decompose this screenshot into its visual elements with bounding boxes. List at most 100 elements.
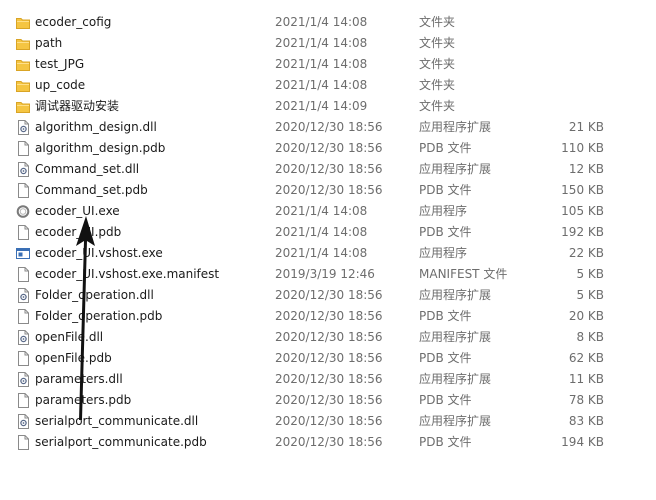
file-size xyxy=(540,33,604,54)
file-row[interactable]: openFile.pdb 2020/12/30 18:56 PDB 文件 62 … xyxy=(0,348,656,369)
file-name[interactable]: serialport_communicate.pdb xyxy=(35,432,207,453)
file-row[interactable]: algorithm_design.pdb 2020/12/30 18:56 PD… xyxy=(0,138,656,159)
file-row[interactable]: ecoder_UI.vshost.exe 2021/1/4 14:08 应用程序… xyxy=(0,243,656,264)
file-name[interactable]: parameters.pdb xyxy=(35,390,131,411)
file-date: 2020/12/30 18:56 xyxy=(275,120,383,134)
file-row[interactable]: Command_set.dll 2020/12/30 18:56 应用程序扩展 … xyxy=(0,159,656,180)
file-row[interactable]: parameters.dll 2020/12/30 18:56 应用程序扩展 1… xyxy=(0,369,656,390)
file-type: 文件夹 xyxy=(419,78,456,92)
file-name[interactable]: openFile.dll xyxy=(35,327,103,348)
file-date: 2021/1/4 14:08 xyxy=(275,15,368,29)
dll-file-icon xyxy=(16,330,30,345)
file-name[interactable]: openFile.pdb xyxy=(35,348,112,369)
file-row[interactable]: serialport_communicate.dll 2020/12/30 18… xyxy=(0,411,656,432)
file-date: 2021/1/4 14:08 xyxy=(275,225,368,239)
file-date: 2020/12/30 18:56 xyxy=(275,162,383,176)
file-type: PDB 文件 xyxy=(419,393,472,407)
file-type: 应用程序 xyxy=(419,246,468,260)
file-row[interactable]: serialport_communicate.pdb 2020/12/30 18… xyxy=(0,432,656,453)
blank-file-icon xyxy=(16,183,30,198)
file-name[interactable]: parameters.dll xyxy=(35,369,123,390)
folder-icon xyxy=(16,36,30,51)
file-row[interactable]: up_code 2021/1/4 14:08 文件夹 xyxy=(0,75,656,96)
file-name[interactable]: Command_set.dll xyxy=(35,159,139,180)
file-type: 应用程序 xyxy=(419,204,468,218)
file-date: 2021/1/4 14:08 xyxy=(275,78,368,92)
app-ring-icon xyxy=(16,204,30,219)
file-date: 2020/12/30 18:56 xyxy=(275,351,383,365)
file-name[interactable]: Folder_operation.pdb xyxy=(35,306,162,327)
file-size xyxy=(540,96,604,117)
dll-file-icon xyxy=(16,162,30,177)
file-type: 应用程序扩展 xyxy=(419,288,492,302)
file-size: 20 KB xyxy=(568,309,604,323)
file-name[interactable]: ecoder_UI.pdb xyxy=(35,222,121,243)
blank-file-icon xyxy=(16,435,30,450)
file-date: 2021/1/4 14:08 xyxy=(275,204,368,218)
file-type: PDB 文件 xyxy=(419,309,472,323)
file-row[interactable]: parameters.pdb 2020/12/30 18:56 PDB 文件 7… xyxy=(0,390,656,411)
file-type: PDB 文件 xyxy=(419,351,472,365)
file-size: 62 KB xyxy=(568,351,604,365)
file-size: 21 KB xyxy=(568,120,604,134)
file-type: 应用程序扩展 xyxy=(419,120,492,134)
file-size: 194 KB xyxy=(561,435,604,449)
file-name[interactable]: up_code xyxy=(35,75,85,96)
file-type: MANIFEST 文件 xyxy=(419,267,508,281)
file-date: 2020/12/30 18:56 xyxy=(275,288,383,302)
file-name[interactable]: ecoder_cofig xyxy=(35,12,111,33)
file-name[interactable]: Folder_operation.dll xyxy=(35,285,154,306)
folder-icon xyxy=(16,15,30,30)
file-type: 文件夹 xyxy=(419,99,456,113)
folder-icon xyxy=(16,99,30,114)
file-type: 应用程序扩展 xyxy=(419,162,492,176)
file-date: 2020/12/30 18:56 xyxy=(275,309,383,323)
file-size: 5 KB xyxy=(576,267,604,281)
file-row[interactable]: 调试器驱动安装 2021/1/4 14:09 文件夹 xyxy=(0,96,656,117)
blank-file-icon xyxy=(16,393,30,408)
file-size: 105 KB xyxy=(561,204,604,218)
file-type: 文件夹 xyxy=(419,57,456,71)
file-name[interactable]: serialport_communicate.dll xyxy=(35,411,198,432)
folder-icon xyxy=(16,78,30,93)
file-date: 2020/12/30 18:56 xyxy=(275,183,383,197)
file-name[interactable]: test_JPG xyxy=(35,54,84,75)
file-row[interactable]: Folder_operation.dll 2020/12/30 18:56 应用… xyxy=(0,285,656,306)
file-row[interactable]: algorithm_design.dll 2020/12/30 18:56 应用… xyxy=(0,117,656,138)
file-row[interactable]: ecoder_UI.pdb 2021/1/4 14:08 PDB 文件 192 … xyxy=(0,222,656,243)
file-name[interactable]: ecoder_UI.vshost.exe xyxy=(35,243,163,264)
file-row[interactable]: path 2021/1/4 14:08 文件夹 xyxy=(0,33,656,54)
dll-file-icon xyxy=(16,414,30,429)
file-name[interactable]: path xyxy=(35,33,62,54)
file-list: ecoder_cofig 2021/1/4 14:08 文件夹 path 202… xyxy=(0,12,656,453)
file-name[interactable]: ecoder_UI.exe xyxy=(35,201,120,222)
file-size: 78 KB xyxy=(568,393,604,407)
file-size: 12 KB xyxy=(568,162,604,176)
file-row[interactable]: test_JPG 2021/1/4 14:08 文件夹 xyxy=(0,54,656,75)
file-date: 2019/3/19 12:46 xyxy=(275,267,375,281)
file-row[interactable]: ecoder_UI.exe 2021/1/4 14:08 应用程序 105 KB xyxy=(0,201,656,222)
file-name[interactable]: algorithm_design.dll xyxy=(35,117,157,138)
file-name[interactable]: ecoder_UI.vshost.exe.manifest xyxy=(35,264,219,285)
file-row[interactable]: Command_set.pdb 2020/12/30 18:56 PDB 文件 … xyxy=(0,180,656,201)
file-type: 文件夹 xyxy=(419,36,456,50)
file-row[interactable]: Folder_operation.pdb 2020/12/30 18:56 PD… xyxy=(0,306,656,327)
file-name[interactable]: algorithm_design.pdb xyxy=(35,138,165,159)
file-name[interactable]: 调试器驱动安装 xyxy=(35,96,119,117)
file-size: 83 KB xyxy=(568,414,604,428)
file-type: PDB 文件 xyxy=(419,141,472,155)
file-date: 2021/1/4 14:08 xyxy=(275,57,368,71)
file-name[interactable]: Command_set.pdb xyxy=(35,180,148,201)
blank-file-icon xyxy=(16,141,30,156)
file-size: 11 KB xyxy=(568,372,604,386)
file-type: 应用程序扩展 xyxy=(419,330,492,344)
file-size: 192 KB xyxy=(561,225,604,239)
exe-window-icon xyxy=(16,246,30,261)
file-type: PDB 文件 xyxy=(419,435,472,449)
file-date: 2020/12/30 18:56 xyxy=(275,141,383,155)
file-row[interactable]: ecoder_UI.vshost.exe.manifest 2019/3/19 … xyxy=(0,264,656,285)
folder-icon xyxy=(16,57,30,72)
file-date: 2020/12/30 18:56 xyxy=(275,393,383,407)
file-row[interactable]: openFile.dll 2020/12/30 18:56 应用程序扩展 8 K… xyxy=(0,327,656,348)
file-row[interactable]: ecoder_cofig 2021/1/4 14:08 文件夹 xyxy=(0,12,656,33)
